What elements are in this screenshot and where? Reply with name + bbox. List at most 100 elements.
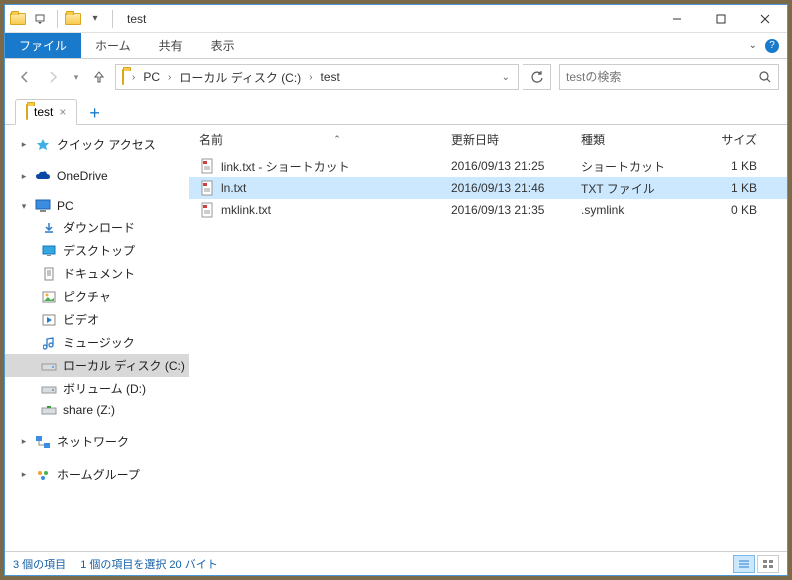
sidebar-label: ミュージック [63,334,135,351]
caret-icon[interactable]: ▸ [19,469,29,480]
sort-caret-icon: ⌃ [333,134,341,145]
breadcrumb-segment[interactable]: ローカル ディスク (C:) [175,69,305,86]
column-name[interactable]: 名前⌃ [199,131,451,148]
sidebar-item-music[interactable]: ミュージック [5,331,189,354]
file-size: 1 KB [697,159,757,173]
sidebar-item-quick-access[interactable]: ▸ クイック アクセス [5,133,189,156]
new-tab-button[interactable]: + [83,103,106,124]
pictures-icon [41,290,57,304]
sidebar-item-share-z[interactable]: share (Z:) [5,400,189,420]
sidebar-label: クイック アクセス [57,136,156,153]
sidebar-item-documents[interactable]: ドキュメント [5,262,189,285]
up-button[interactable] [87,65,111,89]
folder-icon [26,105,28,119]
sidebar-label: share (Z:) [63,403,115,417]
desktop-icon [41,244,57,258]
ribbon-right: ⌄ ? [749,33,787,58]
file-row[interactable]: ln.txt2016/09/13 21:46TXT ファイル1 KB [189,177,787,199]
refresh-button[interactable] [523,64,551,90]
column-type[interactable]: 種類 [581,131,697,148]
file-row[interactable]: mklink.txt2016/09/13 21:35.symlink0 KB [189,199,787,221]
sidebar-label: ピクチャ [63,288,111,305]
sidebar-label: ダウンロード [63,219,135,236]
sidebar-item-desktop[interactable]: デスクトップ [5,239,189,262]
sidebar-item-pc[interactable]: ▾ PC [5,196,189,216]
download-icon [41,221,57,235]
sidebar-item-onedrive[interactable]: ▸ OneDrive [5,166,189,186]
document-icon [41,267,57,281]
text-file-icon [199,158,215,174]
caret-icon[interactable]: ▸ [19,436,29,447]
text-file-icon [199,180,215,196]
qat-dropdown[interactable] [29,8,51,30]
search-box[interactable] [559,64,779,90]
ribbon-tab-home[interactable]: ホーム [81,33,145,58]
recent-dropdown[interactable]: ▾ [69,65,83,89]
file-row[interactable]: link.txt - ショートカット2016/09/13 21:25ショートカッ… [189,155,787,177]
sidebar-label: デスクトップ [63,242,135,259]
ribbon-tab-share[interactable]: 共有 [145,33,197,58]
ribbon-tab-view[interactable]: 表示 [197,33,249,58]
chevron-right-icon[interactable]: › [307,72,314,83]
chevron-right-icon[interactable]: › [166,72,173,83]
network-drive-icon [41,403,57,417]
sidebar-label: ドキュメント [63,265,135,282]
minimize-button[interactable] [655,5,699,33]
sidebar-item-volume-d[interactable]: ボリューム (D:) [5,377,189,400]
help-icon[interactable]: ? [765,39,779,53]
sidebar-item-videos[interactable]: ビデオ [5,308,189,331]
column-size[interactable]: サイズ [697,131,757,148]
close-icon[interactable]: × [59,105,66,119]
separator [112,10,113,28]
chevron-right-icon[interactable]: › [130,72,137,83]
music-icon [41,336,57,350]
caret-icon[interactable]: ▸ [19,171,29,182]
separator [57,10,58,28]
text-file-icon [199,202,215,218]
caret-icon[interactable]: ▸ [19,139,29,150]
folder-icon [64,10,82,28]
window-title: test [127,12,146,26]
sidebar-item-local-disk[interactable]: ローカル ディスク (C:) [5,354,189,377]
search-input[interactable] [566,70,758,84]
caret-icon[interactable]: ▾ [19,201,29,212]
sidebar-label: ネットワーク [57,433,129,450]
file-date: 2016/09/13 21:25 [451,159,581,173]
sidebar-label: ボリューム (D:) [63,380,146,397]
sidebar-item-homegroup[interactable]: ▸ ホームグループ [5,463,189,486]
file-size: 1 KB [697,181,757,195]
folder-icon [9,10,27,28]
main-area: ▸ クイック アクセス ▸ OneDrive ▾ PC ダウンロード [5,125,787,551]
breadcrumb[interactable]: › PC › ローカル ディスク (C:) › test ⌄ [115,64,519,90]
breadcrumb-dropdown[interactable]: ⌄ [496,72,516,83]
folder-icon [118,70,128,84]
breadcrumb-segment[interactable]: PC [139,70,164,84]
close-button[interactable] [743,5,787,33]
column-date[interactable]: 更新日時 [451,131,581,148]
back-button[interactable] [13,65,37,89]
cloud-icon [35,169,51,183]
homegroup-icon [35,468,51,482]
file-name: ln.txt [221,181,246,195]
ribbon-tab-file[interactable]: ファイル [5,33,81,58]
pc-icon [35,199,51,213]
sidebar-item-downloads[interactable]: ダウンロード [5,216,189,239]
drive-icon [41,359,57,373]
file-list[interactable]: link.txt - ショートカット2016/09/13 21:25ショートカッ… [189,155,787,551]
sidebar-item-network[interactable]: ▸ ネットワーク [5,430,189,453]
breadcrumb-segment[interactable]: test [317,70,344,84]
maximize-button[interactable] [699,5,743,33]
tiles-view-button[interactable] [757,555,779,573]
sidebar-item-pictures[interactable]: ピクチャ [5,285,189,308]
ribbon-collapse-icon[interactable]: ⌄ [749,40,757,51]
tab-test[interactable]: test × [15,99,77,125]
qat-chevron[interactable]: ▾ [84,8,106,30]
forward-button[interactable] [41,65,65,89]
tab-label: test [34,105,53,119]
status-count: 3 個の項目 [13,556,66,572]
details-view-button[interactable] [733,555,755,573]
view-switcher [733,555,779,573]
explorer-window: ▾ test ファイル ホーム 共有 表示 ⌄ ? ▾ › PC › ローカ [4,4,788,576]
search-icon[interactable] [758,70,772,84]
file-type: TXT ファイル [581,180,697,197]
